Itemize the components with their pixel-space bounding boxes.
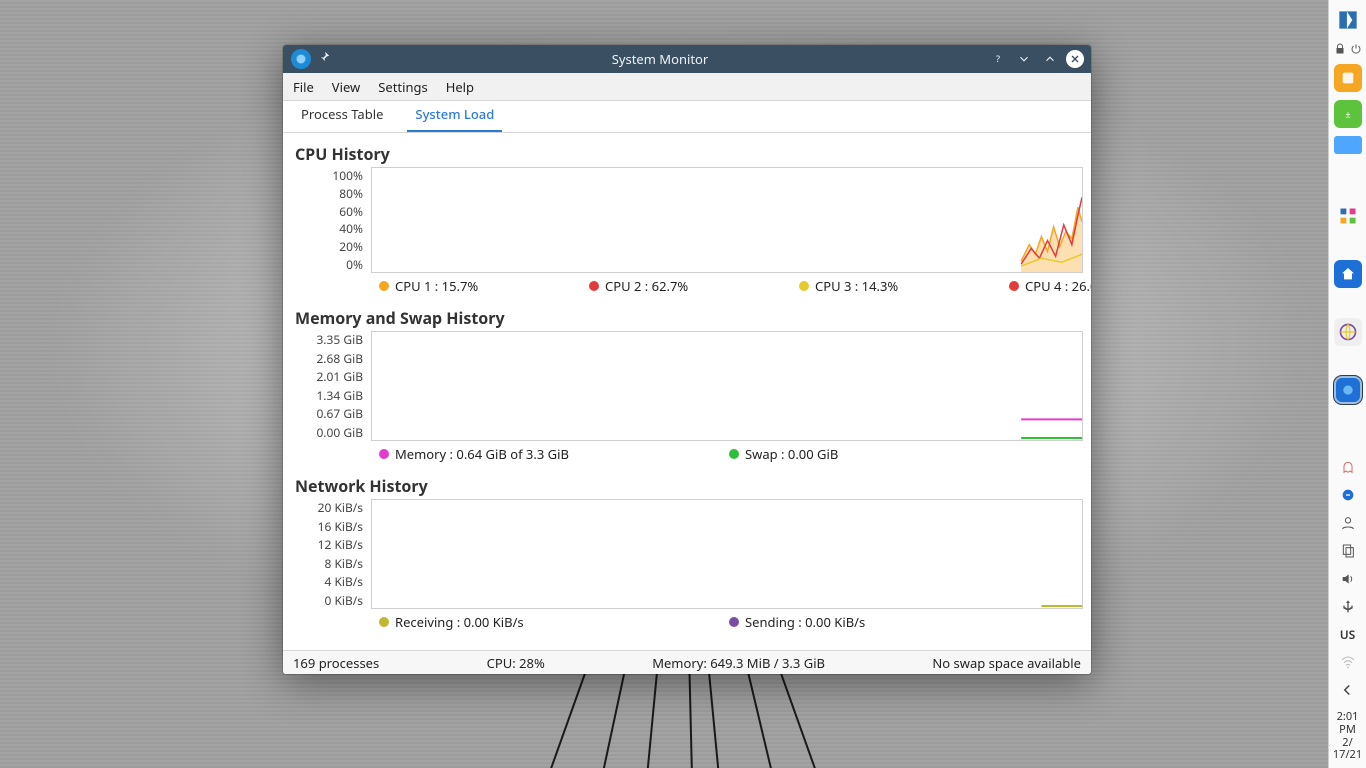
- tray-updater-icon[interactable]: [1339, 486, 1357, 504]
- menu-settings[interactable]: Settings: [378, 78, 427, 96]
- network-section: Network History 20 KiB/s 16 KiB/s 12 KiB…: [293, 475, 1083, 639]
- memory-chart: [371, 331, 1083, 441]
- cpu1-label: CPU 1 : 15.7%: [395, 277, 478, 295]
- panel-clock[interactable]: 2:01 PM 2/ 17/21: [1329, 711, 1366, 762]
- app-badge-icon: [291, 49, 311, 69]
- status-processes: 169 processes: [293, 654, 379, 672]
- menu-view[interactable]: View: [332, 78, 360, 96]
- net-tick: 4 KiB/s: [293, 573, 363, 590]
- taskbar-filemanager-icon[interactable]: [1334, 260, 1362, 288]
- memory-label: Memory : 0.64 GiB of 3.3 GiB: [395, 445, 569, 463]
- pin-icon[interactable]: [317, 50, 335, 68]
- dot-icon: [729, 617, 739, 627]
- memory-legend: Memory : 0.64 GiB of 3.3 GiB Swap : 0.00…: [293, 441, 1083, 471]
- menu-help[interactable]: Help: [446, 78, 474, 96]
- mem-tick: 0.67 GiB: [293, 405, 363, 422]
- net-tick: 8 KiB/s: [293, 555, 363, 572]
- app-launcher-icon[interactable]: [1329, 0, 1366, 40]
- tray-volume-icon[interactable]: [1339, 570, 1357, 588]
- taskbar-app-1[interactable]: [1334, 64, 1362, 92]
- mem-tick: 2.68 GiB: [293, 350, 363, 367]
- cpu-tick: 40%: [293, 220, 363, 237]
- mem-tick: 3.35 GiB: [293, 331, 363, 348]
- tray-keyboard-layout[interactable]: US: [1340, 626, 1356, 643]
- taskbar-activities-icon[interactable]: [1334, 202, 1362, 230]
- dot-icon: [379, 617, 389, 627]
- dot-icon: [799, 281, 809, 291]
- net-tick: 12 KiB/s: [293, 536, 363, 553]
- mem-tick: 1.34 GiB: [293, 387, 363, 404]
- recv-label: Receiving : 0.00 KiB/s: [395, 613, 524, 631]
- svg-text:?: ?: [996, 52, 1000, 65]
- help-button[interactable]: ?: [988, 49, 1008, 69]
- memory-section: Memory and Swap History 3.35 GiB 2.68 Gi…: [293, 307, 1083, 471]
- cpu4-label: CPU 4 : 26.0%: [1025, 277, 1091, 295]
- tab-process-table[interactable]: Process Table: [293, 99, 391, 132]
- minimize-button[interactable]: [1014, 49, 1034, 69]
- tray-ghost-icon[interactable]: [1339, 458, 1357, 476]
- lock-icon[interactable]: [1333, 42, 1347, 56]
- network-chart: [371, 499, 1083, 609]
- taskbar-app-2[interactable]: ±: [1334, 100, 1362, 128]
- cpu3-label: CPU 3 : 14.3%: [815, 277, 898, 295]
- memory-yaxis: 3.35 GiB 2.68 GiB 2.01 GiB 1.34 GiB 0.67…: [293, 331, 371, 441]
- cpu-tick: 100%: [293, 167, 363, 184]
- power-icon[interactable]: [1349, 42, 1363, 56]
- taskbar-show-desktop[interactable]: [1334, 136, 1362, 154]
- cpu-yaxis: 100% 80% 60% 40% 20% 0%: [293, 167, 371, 273]
- mem-tick: 0.00 GiB: [293, 424, 363, 441]
- taskbar-panel: ± US 2:01 PM 2/ 17/21: [1328, 0, 1366, 768]
- tray-user-icon[interactable]: [1339, 514, 1357, 532]
- svg-text:±: ±: [1345, 107, 1350, 120]
- net-tick: 16 KiB/s: [293, 518, 363, 535]
- tray-network-icon[interactable]: [1339, 653, 1357, 671]
- cpu2-label: CPU 2 : 62.7%: [605, 277, 688, 295]
- dot-icon: [379, 281, 389, 291]
- close-button[interactable]: [1066, 50, 1084, 68]
- tray-expand-icon[interactable]: [1338, 681, 1358, 701]
- cpu-chart: [371, 167, 1083, 273]
- tab-system-load[interactable]: System Load: [407, 99, 502, 132]
- maximize-button[interactable]: [1040, 49, 1060, 69]
- statusbar: 169 processes CPU: 28% Memory: 649.3 MiB…: [283, 650, 1091, 674]
- dot-icon: [589, 281, 599, 291]
- cpu-legend: CPU 1 : 15.7% CPU 2 : 62.7% CPU 3 : 14.3…: [293, 273, 1083, 303]
- dot-icon: [1009, 281, 1019, 291]
- dot-icon: [729, 449, 739, 459]
- cpu-tick: 0%: [293, 256, 363, 273]
- window-title: System Monitor: [335, 50, 985, 68]
- menubar: File View Settings Help: [283, 73, 1091, 101]
- cpu-tick: 60%: [293, 203, 363, 220]
- memory-title: Memory and Swap History: [295, 307, 1083, 329]
- tabbar: Process Table System Load: [283, 101, 1091, 133]
- cpu-tick: 80%: [293, 185, 363, 202]
- system-monitor-window: System Monitor ? File View Settings Help…: [283, 45, 1091, 674]
- net-tick: 20 KiB/s: [293, 499, 363, 516]
- tray-clipboard-icon[interactable]: [1339, 542, 1357, 560]
- clock-date-2: 17/21: [1329, 749, 1366, 762]
- status-cpu: CPU: 28%: [487, 654, 545, 672]
- tray-usb-icon[interactable]: [1339, 598, 1357, 616]
- taskbar-sysmon-icon[interactable]: [1334, 376, 1362, 404]
- network-yaxis: 20 KiB/s 16 KiB/s 12 KiB/s 8 KiB/s 4 KiB…: [293, 499, 371, 609]
- network-legend: Receiving : 0.00 KiB/s Sending : 0.00 Ki…: [293, 609, 1083, 639]
- titlebar[interactable]: System Monitor ?: [283, 45, 1091, 73]
- dot-icon: [379, 449, 389, 459]
- network-title: Network History: [295, 475, 1083, 497]
- cpu-tick: 20%: [293, 238, 363, 255]
- swap-label: Swap : 0.00 GiB: [745, 445, 838, 463]
- net-tick: 0 KiB/s: [293, 592, 363, 609]
- cpu-section: CPU History 100% 80% 60% 40% 20% 0%: [293, 143, 1083, 303]
- clock-time: 2:01 PM: [1329, 711, 1366, 736]
- cpu-title: CPU History: [295, 143, 1083, 165]
- status-swap: No swap space available: [932, 654, 1081, 672]
- mem-tick: 2.01 GiB: [293, 368, 363, 385]
- send-label: Sending : 0.00 KiB/s: [745, 613, 865, 631]
- content-area: CPU History 100% 80% 60% 40% 20% 0%: [283, 133, 1091, 650]
- taskbar-browser-icon[interactable]: [1334, 318, 1362, 346]
- status-memory: Memory: 649.3 MiB / 3.3 GiB: [652, 654, 825, 672]
- menu-file[interactable]: File: [293, 78, 314, 96]
